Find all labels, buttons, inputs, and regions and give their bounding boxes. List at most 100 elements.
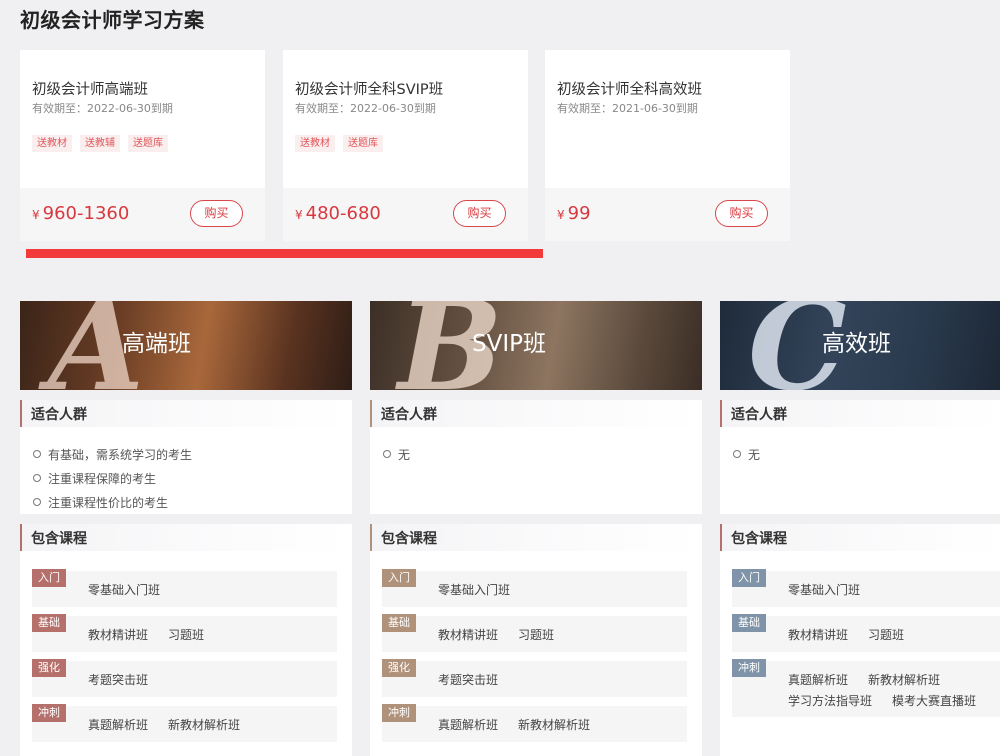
buy-button[interactable]: 购买	[715, 200, 768, 227]
audience-list: 有基础，需系统学习的考生 注重课程保障的考生 注重课程性价比的考生	[20, 427, 352, 514]
course-row: 强化 考题突击班	[32, 659, 337, 697]
gift-tags: 送教材 送题库	[295, 135, 383, 152]
currency-symbol: ¥	[32, 208, 40, 222]
section-label: 包含课程	[31, 531, 87, 547]
course-link[interactable]: 习题班	[868, 626, 904, 643]
accent-bar	[20, 524, 22, 551]
course-row: 冲刺 真题解析班 新教材解析班	[32, 704, 337, 742]
circle-bullet-icon	[733, 450, 741, 458]
valid-until: 有效期至：2021-06-30到期	[557, 102, 698, 115]
gift-tag: 送教辅	[80, 135, 120, 152]
gift-tag: 送教材	[295, 135, 335, 152]
price-footer: ¥960-1360 购买	[20, 188, 265, 241]
course-link[interactable]: 新教材解析班	[168, 716, 240, 733]
price-value: 480-680	[305, 203, 381, 224]
audience-text: 无	[398, 447, 411, 462]
plan-banner-b: B SVIP班	[370, 301, 702, 390]
audience-text: 注重课程性价比的考生	[48, 495, 169, 510]
gift-tags: 送教材 送教辅 送题库	[32, 135, 168, 152]
circle-bullet-icon	[33, 498, 41, 506]
plan-column-b: B SVIP班 适合人群 无 包含课程 入门 零基础入门班 基础 教材精讲班 习题…	[370, 301, 702, 756]
circle-bullet-icon	[33, 474, 41, 482]
course-link[interactable]: 教材精讲班	[788, 626, 848, 643]
section-header: 包含课程	[720, 524, 1000, 551]
course-row: 入门 零基础入门班	[732, 569, 1000, 607]
audience-text: 无	[748, 447, 761, 462]
valid-until: 有效期至：2022-06-30到期	[32, 102, 173, 115]
section-label: 适合人群	[731, 407, 787, 423]
course-link[interactable]: 真题解析班	[88, 716, 148, 733]
accent-bar	[370, 400, 372, 427]
level-badge: 入门	[732, 569, 766, 587]
level-badge: 基础	[382, 614, 416, 632]
course-link[interactable]: 零基础入门班	[788, 581, 860, 598]
courses-section: 包含课程 入门 零基础入门班 基础 教材精讲班 习题班 强化 考题突击班 冲刺 真…	[370, 524, 702, 756]
list-item: 无	[733, 442, 1000, 466]
courses-section: 包含课程 入门 零基础入门班 基础 教材精讲班 习题班 强化 考题突击班 冲刺 真…	[20, 524, 352, 756]
audience-text: 有基础，需系统学习的考生	[48, 447, 193, 462]
audience-section: 适合人群 无	[720, 400, 1000, 514]
level-badge: 入门	[382, 569, 416, 587]
price-footer: ¥99 购买	[545, 188, 790, 241]
course-link[interactable]: 教材精讲班	[88, 626, 148, 643]
courses-section: 包含课程 入门 零基础入门班 基础 教材精讲班 习题班 冲刺 真题解析班 新教材解析…	[720, 524, 1000, 756]
course-link[interactable]: 考题突击班	[438, 671, 498, 688]
section-header: 包含课程	[20, 524, 352, 551]
list-item: 有基础，需系统学习的考生	[33, 442, 352, 466]
course-link[interactable]: 考题突击班	[88, 671, 148, 688]
course-link[interactable]: 习题班	[518, 626, 554, 643]
level-badge: 强化	[32, 659, 66, 677]
list-item: 注重课程保障的考生	[33, 466, 352, 490]
level-badge: 冲刺	[382, 704, 416, 722]
currency-symbol: ¥	[295, 208, 303, 222]
course-link[interactable]: 真题解析班	[788, 671, 848, 688]
gift-tag: 送题库	[128, 135, 168, 152]
valid-until: 有效期至：2022-06-30到期	[295, 102, 436, 115]
course-row: 冲刺 真题解析班 新教材解析班学习方法指导班 模考大赛直播班	[732, 659, 1000, 717]
course-link[interactable]: 新教材解析班	[868, 671, 940, 688]
section-header: 适合人群	[370, 400, 702, 427]
course-link[interactable]: 真题解析班	[438, 716, 498, 733]
course-name: 初级会计师全科SVIP班	[295, 82, 444, 98]
audience-text: 注重课程保障的考生	[48, 471, 157, 486]
list-item: 注重课程性价比的考生	[33, 490, 352, 514]
course-row: 入门 零基础入门班	[32, 569, 337, 607]
price-card-svip: 初级会计师全科SVIP班 有效期至：2022-06-30到期 送教材 送题库 ¥…	[283, 50, 528, 241]
audience-section: 适合人群 有基础，需系统学习的考生 注重课程保障的考生 注重课程性价比的考生	[20, 400, 352, 514]
section-label: 包含课程	[731, 531, 787, 547]
course-link[interactable]: 学习方法指导班	[788, 692, 872, 709]
price-footer: ¥480-680 购买	[283, 188, 528, 241]
level-badge: 冲刺	[732, 659, 766, 677]
circle-bullet-icon	[383, 450, 391, 458]
price: ¥960-1360	[32, 203, 129, 224]
section-label: 适合人群	[381, 407, 437, 423]
price-card-gaoxiao: 初级会计师全科高效班 有效期至：2021-06-30到期 ¥99 购买	[545, 50, 790, 241]
course-row: 入门 零基础入门班	[382, 569, 687, 607]
course-link[interactable]: 新教材解析班	[518, 716, 590, 733]
course-list: 入门 零基础入门班 基础 教材精讲班 习题班 强化 考题突击班 冲刺 真题解析班 新…	[370, 569, 702, 742]
level-badge: 基础	[32, 614, 66, 632]
section-label: 包含课程	[381, 531, 437, 547]
audience-list: 无	[370, 427, 702, 466]
course-row: 基础 教材精讲班 习题班	[32, 614, 337, 652]
course-link[interactable]: 零基础入门班	[438, 581, 510, 598]
section-header: 适合人群	[20, 400, 352, 427]
course-list: 入门 零基础入门班 基础 教材精讲班 习题班 强化 考题突击班 冲刺 真题解析班 新…	[20, 569, 352, 742]
buy-button[interactable]: 购买	[190, 200, 243, 227]
course-list: 入门 零基础入门班 基础 教材精讲班 习题班 冲刺 真题解析班 新教材解析班学习方法…	[720, 569, 1000, 717]
course-row: 冲刺 真题解析班 新教材解析班	[382, 704, 687, 742]
plan-title: 高端班	[122, 331, 191, 357]
price: ¥480-680	[295, 203, 381, 224]
course-link[interactable]: 习题班	[168, 626, 204, 643]
course-link[interactable]: 模考大赛直播班	[892, 692, 976, 709]
audience-section: 适合人群 无	[370, 400, 702, 514]
gift-tag: 送教材	[32, 135, 72, 152]
plan-banner-c: C 高效班	[720, 301, 1000, 390]
course-link[interactable]: 零基础入门班	[88, 581, 160, 598]
course-row: 强化 考题突击班	[382, 659, 687, 697]
level-badge: 基础	[732, 614, 766, 632]
section-label: 适合人群	[31, 407, 87, 423]
buy-button[interactable]: 购买	[453, 200, 506, 227]
course-link[interactable]: 教材精讲班	[438, 626, 498, 643]
circle-bullet-icon	[33, 450, 41, 458]
